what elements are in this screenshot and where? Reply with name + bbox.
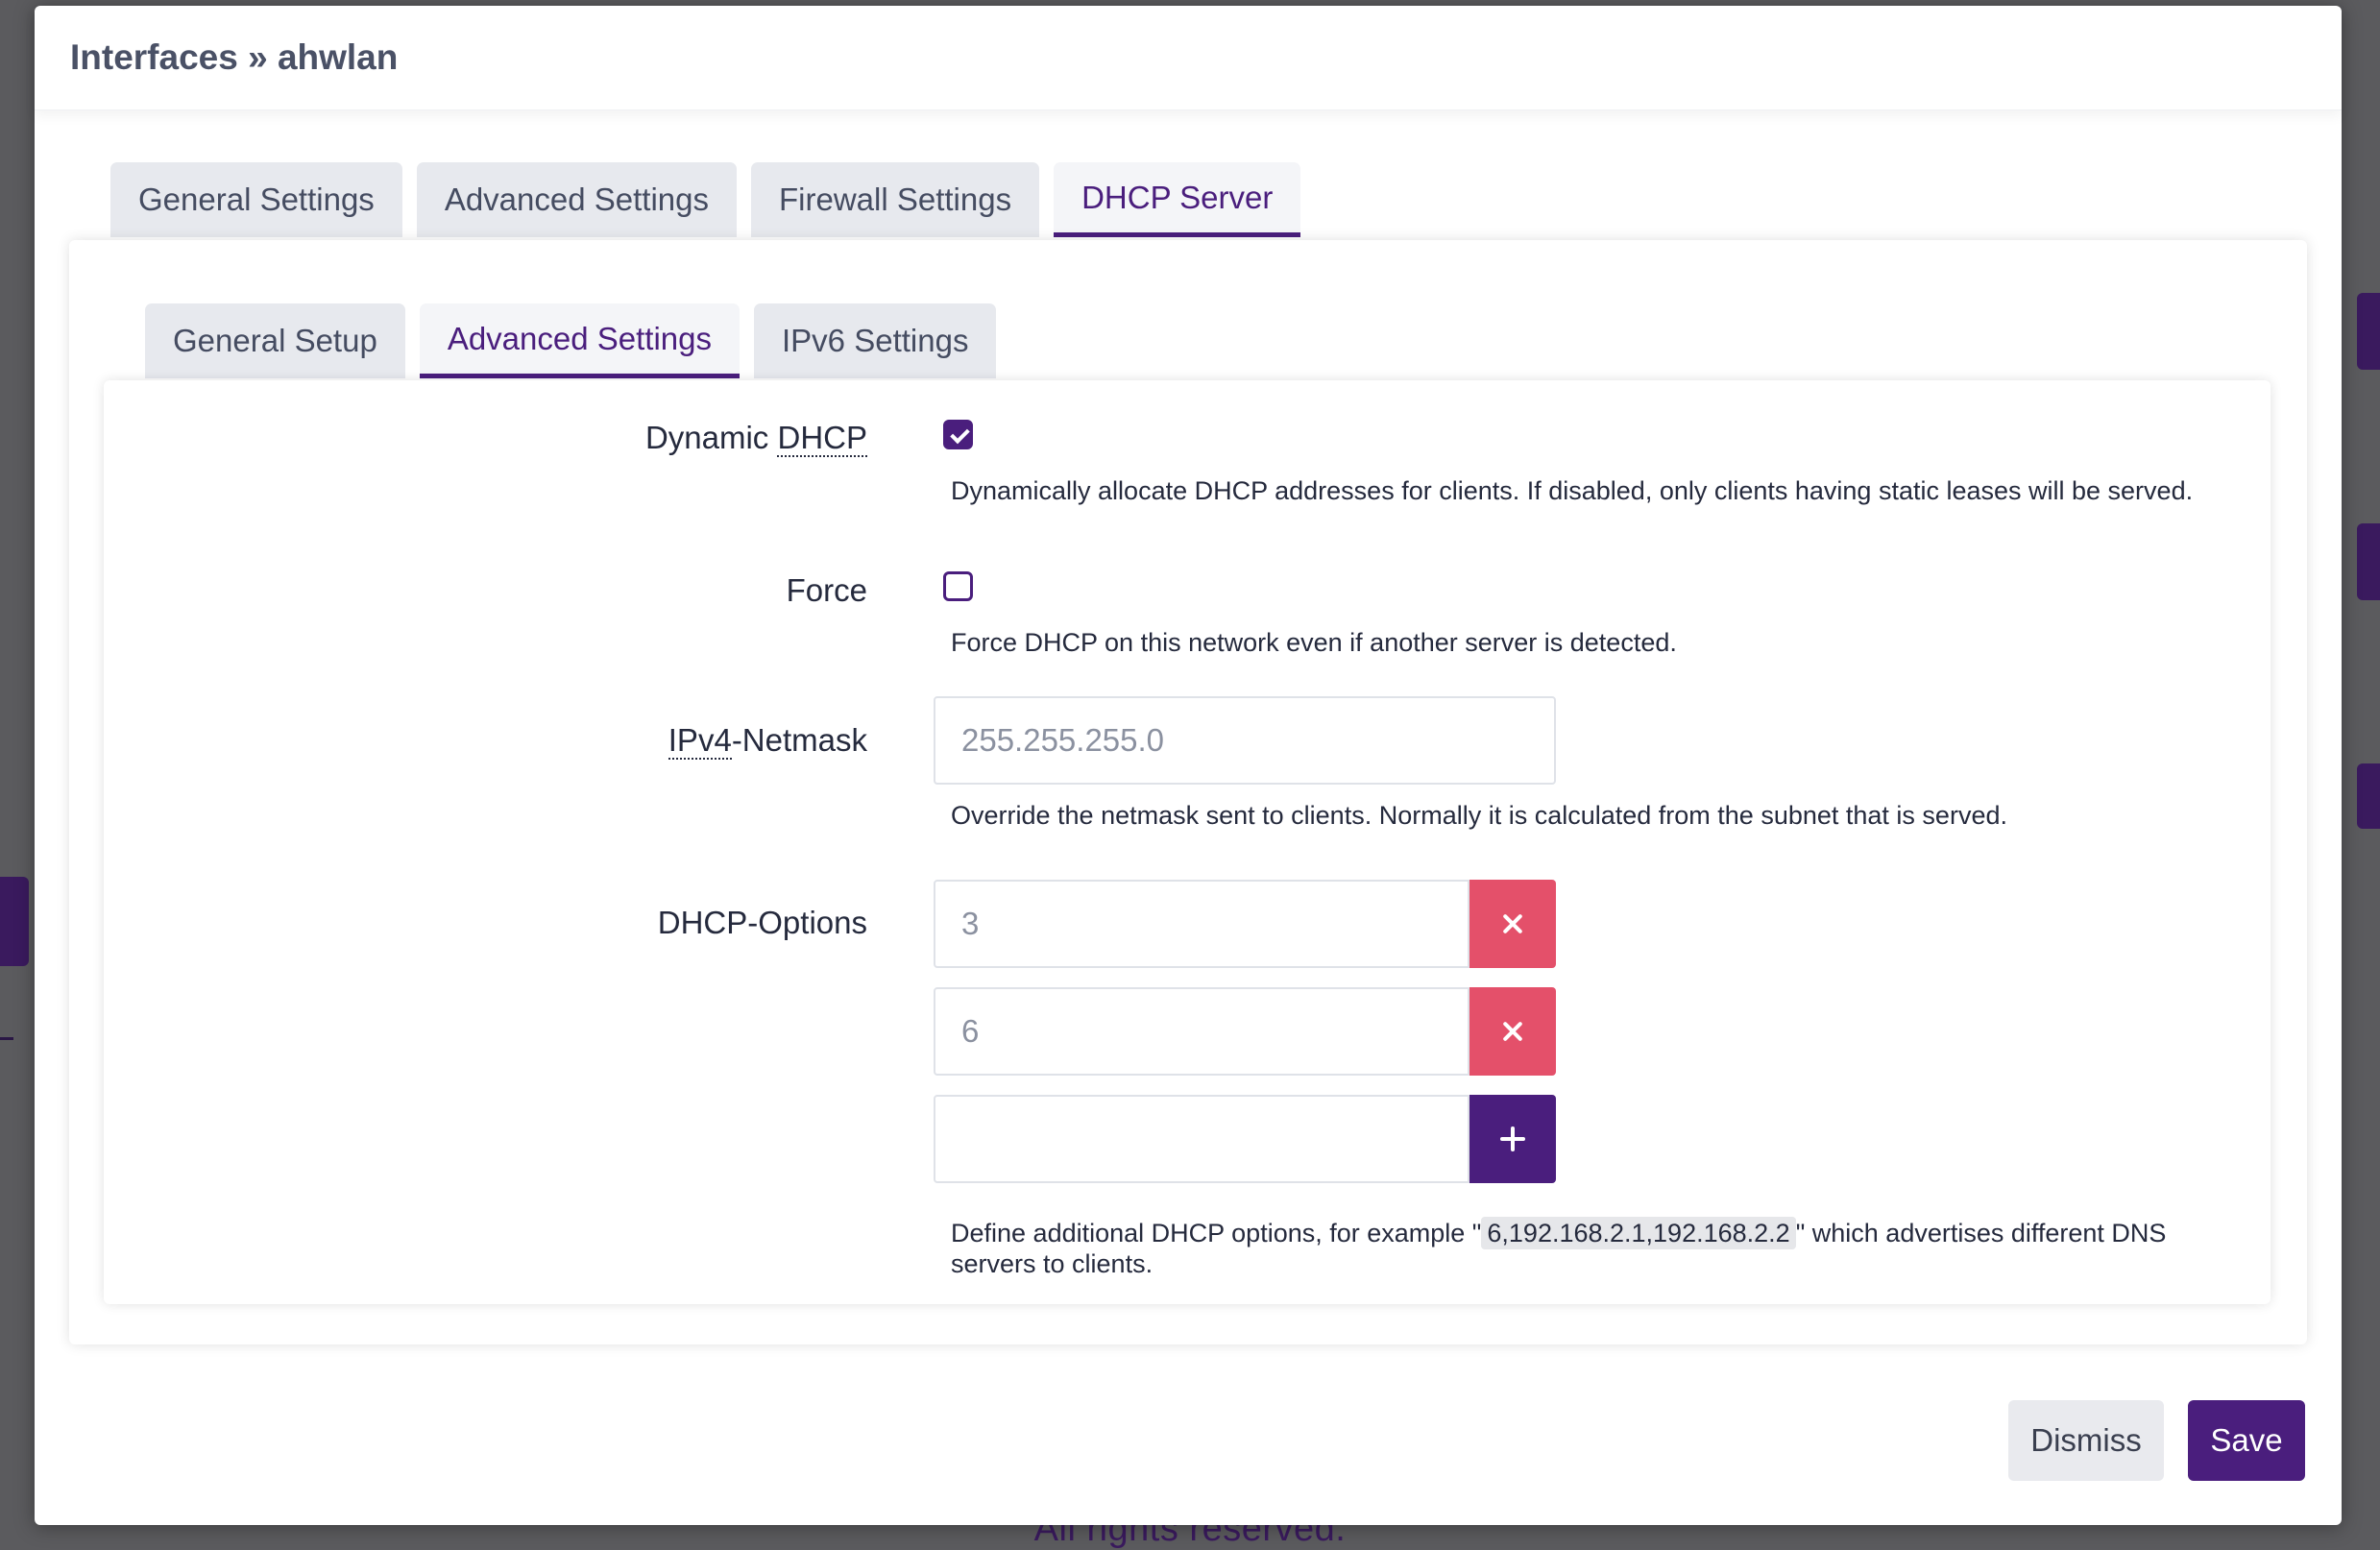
force-checkbox[interactable] (943, 571, 973, 601)
tab-dhcp-advanced-settings[interactable]: Advanced Settings (419, 303, 740, 378)
netmask-input[interactable]: 255.255.255.0 (934, 696, 1556, 785)
netmask-label: IPv4-Netmask (668, 722, 867, 760)
dhcp-option-example: 6,192.168.2.1,192.168.2.2 (1481, 1217, 1796, 1249)
tab-firewall-settings[interactable]: Firewall Settings (751, 162, 1040, 237)
dynamic-dhcp-label-text: Dynamic (644, 420, 778, 455)
ipv4-abbr: IPv4 (668, 722, 732, 760)
force-label: Force (786, 572, 867, 608)
netmask-label-text: -Netmask (731, 722, 867, 758)
dhcp-option-input[interactable]: 3 (934, 880, 1469, 968)
force-description: Force DHCP on this network even if anoth… (951, 628, 1677, 657)
remove-option-button[interactable] (1469, 987, 1556, 1076)
inner-tabs: General Setup Advanced Settings IPv6 Set… (145, 303, 1010, 378)
dynamic-dhcp-checkbox[interactable] (943, 420, 973, 449)
dynamic-dhcp-description: Dynamically allocate DHCP addresses for … (951, 476, 2194, 505)
tab-general-setup[interactable]: General Setup (145, 303, 405, 378)
dhcp-options-description: Define additional DHCP options, for exam… (951, 1217, 2228, 1279)
dynamic-dhcp-label: Dynamic DHCP (644, 420, 867, 457)
background-divider (0, 1037, 13, 1040)
new-dhcp-option-input[interactable] (934, 1095, 1469, 1183)
dhcp-abbr: DHCP (777, 420, 867, 457)
dhcp-option-input[interactable]: 6 (934, 987, 1469, 1076)
tab-general-settings[interactable]: General Settings (110, 162, 402, 237)
background-button (2357, 763, 2380, 829)
save-button[interactable]: Save (2188, 1400, 2305, 1481)
background-button (2357, 523, 2380, 600)
dhcp-options-label: DHCP-Options (657, 905, 867, 940)
modal-header: Interfaces » ahwlan (35, 6, 2342, 110)
dhcp-options-description-start: Define additional DHCP options, for exam… (951, 1219, 1482, 1247)
background-button (2357, 293, 2380, 370)
interface-modal: Interfaces » ahwlan General Settings Adv… (35, 6, 2342, 1525)
add-option-button[interactable] (1469, 1095, 1556, 1183)
tab-advanced-settings[interactable]: Advanced Settings (416, 162, 737, 237)
remove-option-button[interactable] (1469, 880, 1556, 968)
dismiss-button[interactable]: Dismiss (2008, 1400, 2164, 1481)
tab-dhcp-server[interactable]: DHCP Server (1054, 162, 1301, 237)
tab-ipv6-settings[interactable]: IPv6 Settings (754, 303, 997, 378)
background-sidebar-active-item (0, 877, 29, 966)
netmask-description: Override the netmask sent to clients. No… (951, 801, 2007, 830)
outer-tabs: General Settings Advanced Settings Firew… (110, 162, 1315, 237)
modal-title: Interfaces » ahwlan (70, 37, 399, 77)
